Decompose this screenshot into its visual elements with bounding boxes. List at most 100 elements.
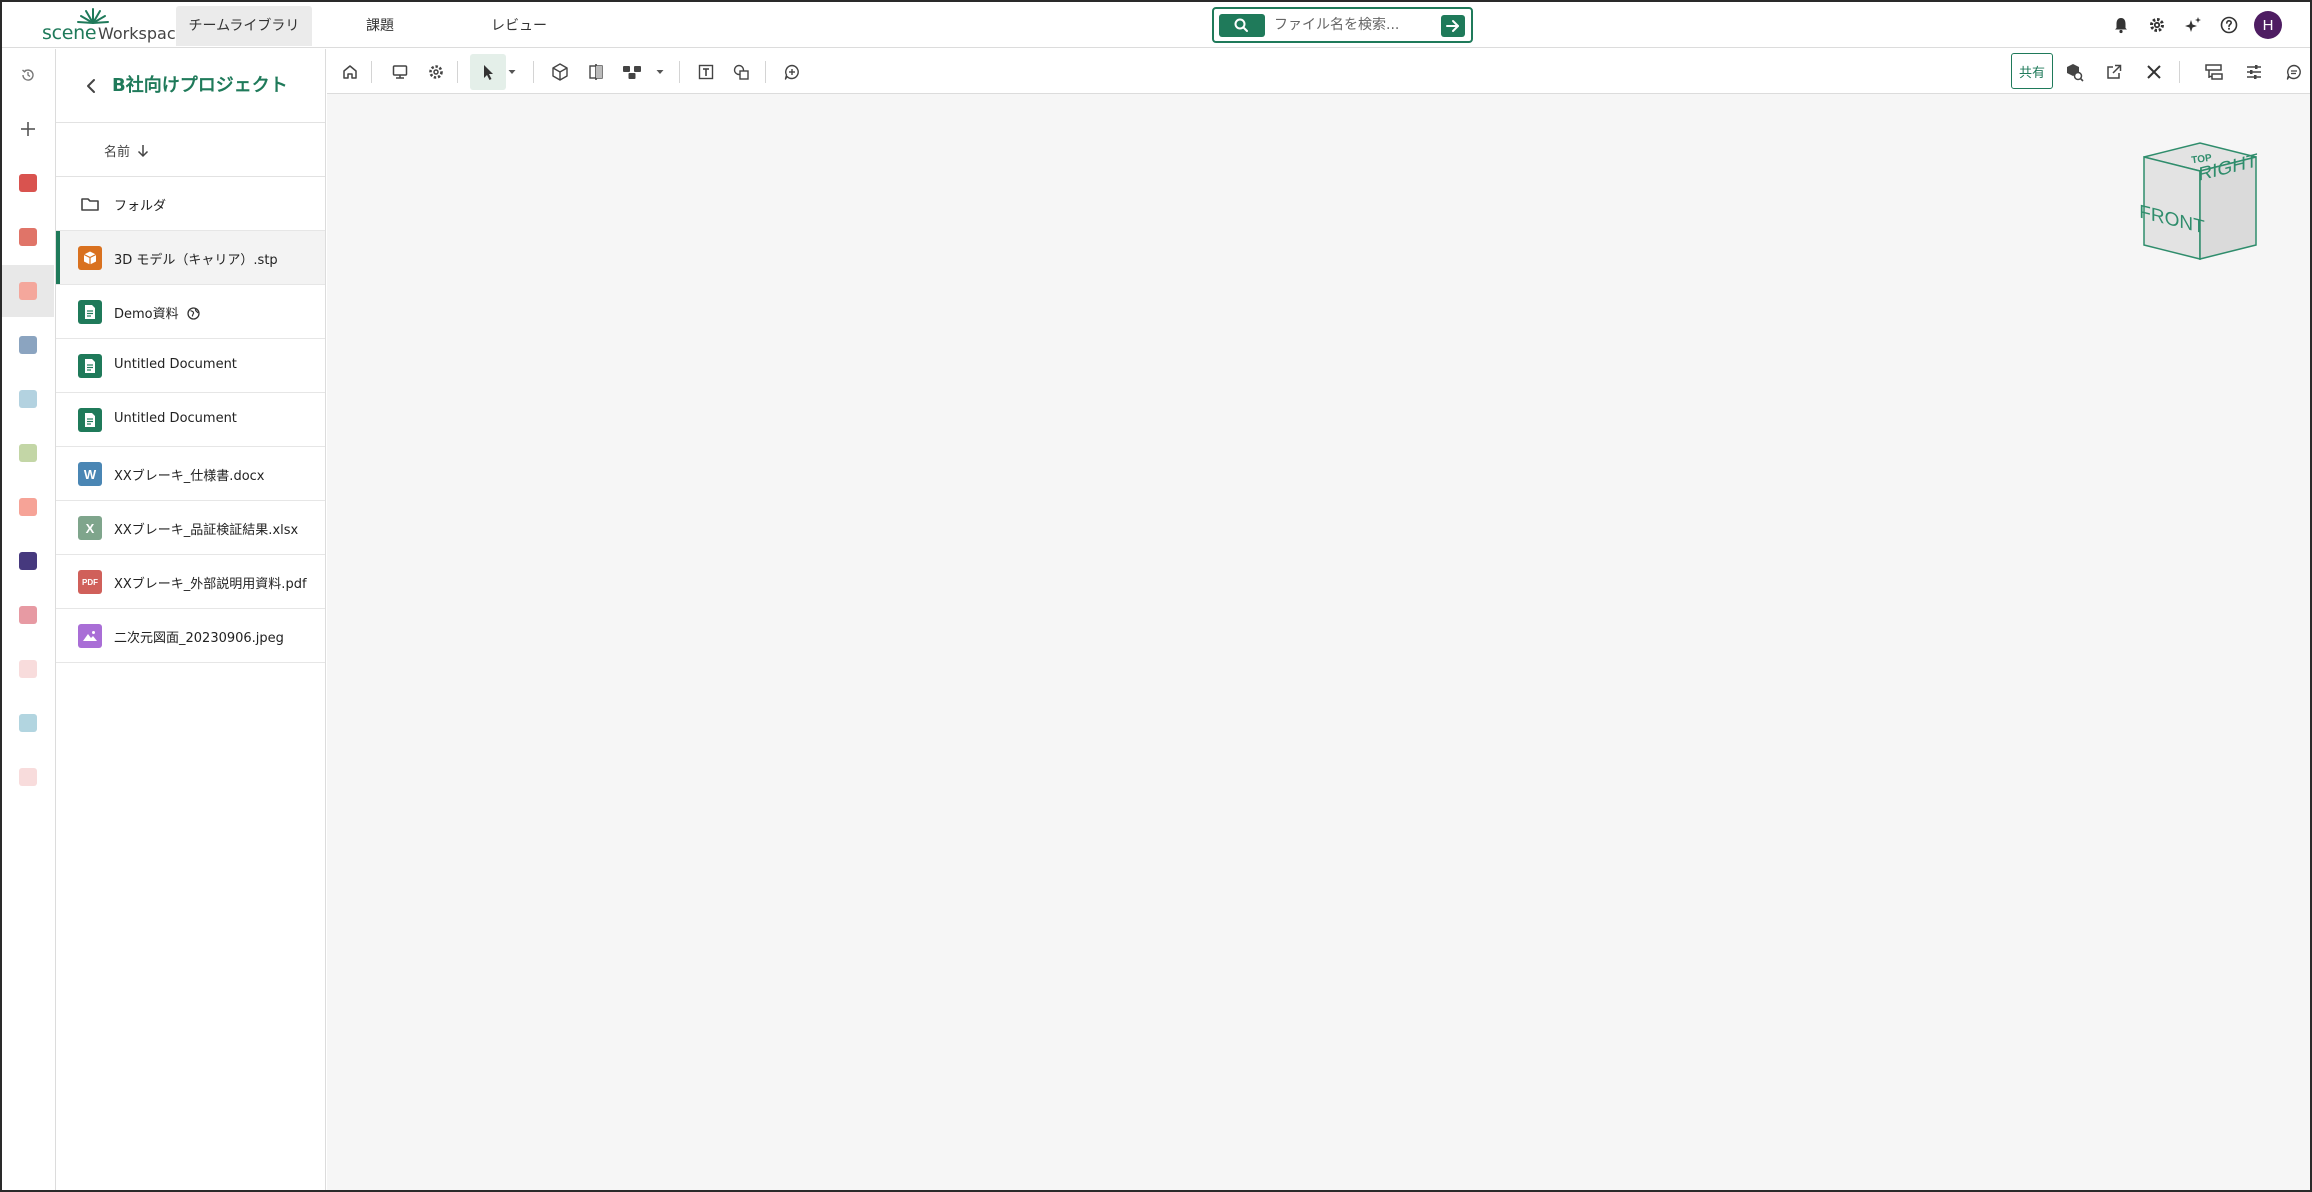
file-name: 3D モデル（キャリア）.stp	[114, 253, 278, 268]
open-external-icon[interactable]	[2101, 59, 2127, 85]
file-name: XXブレーキ_品証検証結果.xlsx	[114, 523, 299, 538]
toolbar-divider	[533, 61, 534, 83]
rail-workspace-item[interactable]	[2, 697, 54, 749]
workspace-color-swatch	[19, 606, 37, 624]
workspace-color-swatch	[19, 444, 37, 462]
file-row[interactable]: Untitled Document	[56, 339, 325, 393]
share-button[interactable]: 共有	[2011, 53, 2053, 89]
excel-icon: X	[78, 516, 102, 540]
file-row[interactable]: 二次元図面_20230906.jpeg	[56, 609, 325, 663]
document-icon	[78, 300, 102, 324]
rail-workspace-item[interactable]	[2, 643, 54, 695]
top-bar: scene Workspace チームライブラリ 課題 レビュー ファイル名を検…	[2, 2, 2310, 48]
file-type-glyph: X	[85, 520, 95, 536]
file-row[interactable]: Demo資料	[56, 285, 325, 339]
toolbar-divider	[765, 61, 766, 83]
comment-icon[interactable]	[2281, 59, 2307, 85]
tree-icon[interactable]	[2201, 59, 2227, 85]
workspace-color-swatch	[19, 390, 37, 408]
rail-workspace-item[interactable]	[2, 373, 54, 425]
user-avatar[interactable]: H	[2254, 11, 2282, 39]
rail-workspace-item[interactable]	[2, 211, 54, 263]
search-go-button[interactable]	[1441, 15, 1465, 37]
workspace-color-swatch	[19, 660, 37, 678]
file-list: フォルダ 3D モデル（キャリア）.stp Demo資料 Untitled Docum…	[56, 177, 325, 663]
home-icon[interactable]	[337, 59, 363, 85]
back-button[interactable]	[84, 75, 100, 101]
search-icon	[1234, 18, 1248, 32]
arrow-right-icon	[1446, 20, 1459, 32]
chevron-down-icon[interactable]	[505, 59, 519, 85]
tab-team-library[interactable]: チームライブラリ	[176, 6, 312, 46]
image-icon	[78, 624, 102, 648]
shapes-icon[interactable]	[728, 59, 754, 85]
search-box	[1212, 7, 1473, 43]
arrow-down-icon	[136, 143, 150, 162]
globe-icon	[187, 305, 200, 324]
file-name: XXブレーキ_仕様書.docx	[114, 469, 265, 484]
folder-icon	[78, 192, 102, 216]
screen-icon[interactable]	[387, 59, 413, 85]
tab-issues[interactable]: 課題	[342, 6, 418, 46]
file-row[interactable]: PDF XXブレーキ_外部説明用資料.pdf	[56, 555, 325, 609]
adjust-icon[interactable]	[2241, 59, 2267, 85]
workspace-color-swatch	[19, 552, 37, 570]
panel-header: B社向けプロジェクト	[56, 49, 325, 123]
cube-icon	[78, 246, 102, 270]
sort-header[interactable]: 名前	[56, 123, 325, 177]
file-name: Demo資料	[114, 307, 179, 322]
rail-workspace-item[interactable]	[2, 535, 54, 587]
logo-primary: scene	[42, 22, 97, 44]
workspace-color-swatch	[19, 228, 37, 246]
select-cursor-icon[interactable]	[470, 54, 506, 90]
file-row[interactable]: Untitled Document	[56, 393, 325, 447]
rail-workspace-item[interactable]	[2, 319, 54, 371]
document-icon	[78, 408, 102, 432]
word-icon: W	[78, 462, 102, 486]
explode-icon[interactable]	[619, 59, 645, 85]
rail-workspace-item[interactable]	[2, 751, 54, 803]
bell-icon[interactable]	[2110, 14, 2132, 36]
help-icon[interactable]	[2218, 14, 2240, 36]
search-input[interactable]	[1274, 11, 1434, 39]
tab-review[interactable]: レビュー	[476, 6, 562, 46]
workspace-color-swatch	[19, 714, 37, 732]
close-icon[interactable]	[2141, 59, 2167, 85]
header-actions: H	[2110, 11, 2282, 39]
pdf-icon: PDF	[78, 570, 102, 594]
toolbar-divider	[2179, 61, 2180, 83]
search-part-icon[interactable]	[2061, 59, 2087, 85]
app-window: scene Workspace チームライブラリ 課題 レビュー ファイル名を検…	[0, 0, 2312, 1192]
workspace-color-swatch	[19, 282, 37, 300]
logo[interactable]: scene Workspace	[40, 6, 185, 44]
rail-workspace-item[interactable]	[2, 427, 54, 479]
rail-workspace-item[interactable]	[2, 589, 54, 641]
settings-icon[interactable]	[423, 59, 449, 85]
file-row[interactable]: 3D モデル（キャリア）.stp	[56, 231, 325, 285]
search-button[interactable]	[1219, 14, 1265, 37]
sort-label: 名前	[104, 145, 131, 160]
file-panel: B社向けプロジェクト 名前 フォルダ 3D モデル（キャリア）.stp Demo資料…	[56, 49, 326, 1190]
file-name: Untitled Document	[114, 411, 237, 426]
section-icon[interactable]	[583, 59, 609, 85]
file-name: フォルダ	[114, 199, 167, 214]
rail-workspace-item[interactable]	[2, 481, 54, 533]
file-row[interactable]: フォルダ	[56, 177, 325, 231]
text-box-icon[interactable]	[693, 59, 719, 85]
chevron-down-icon[interactable]	[653, 59, 667, 85]
workspace-color-swatch	[19, 174, 37, 192]
add-comment-icon[interactable]	[779, 59, 805, 85]
rail-workspace-item[interactable]	[2, 265, 54, 317]
logo-secondary: Workspace	[98, 24, 186, 43]
workspace-color-swatch	[19, 498, 37, 516]
history-icon[interactable]	[2, 49, 54, 101]
file-row[interactable]: X XXブレーキ_品証検証結果.xlsx	[56, 501, 325, 555]
box-view-icon[interactable]	[547, 59, 573, 85]
gear-icon[interactable]	[2146, 14, 2168, 36]
model-viewer[interactable]: 共有 TOP FRONT RIGHT	[327, 49, 2310, 1190]
view-cube[interactable]: TOP FRONT RIGHT	[2138, 141, 2262, 265]
add-icon[interactable]	[2, 103, 54, 155]
file-row[interactable]: W XXブレーキ_仕様書.docx	[56, 447, 325, 501]
sparkle-icon[interactable]	[2182, 14, 2204, 36]
rail-workspace-item[interactable]	[2, 157, 54, 209]
